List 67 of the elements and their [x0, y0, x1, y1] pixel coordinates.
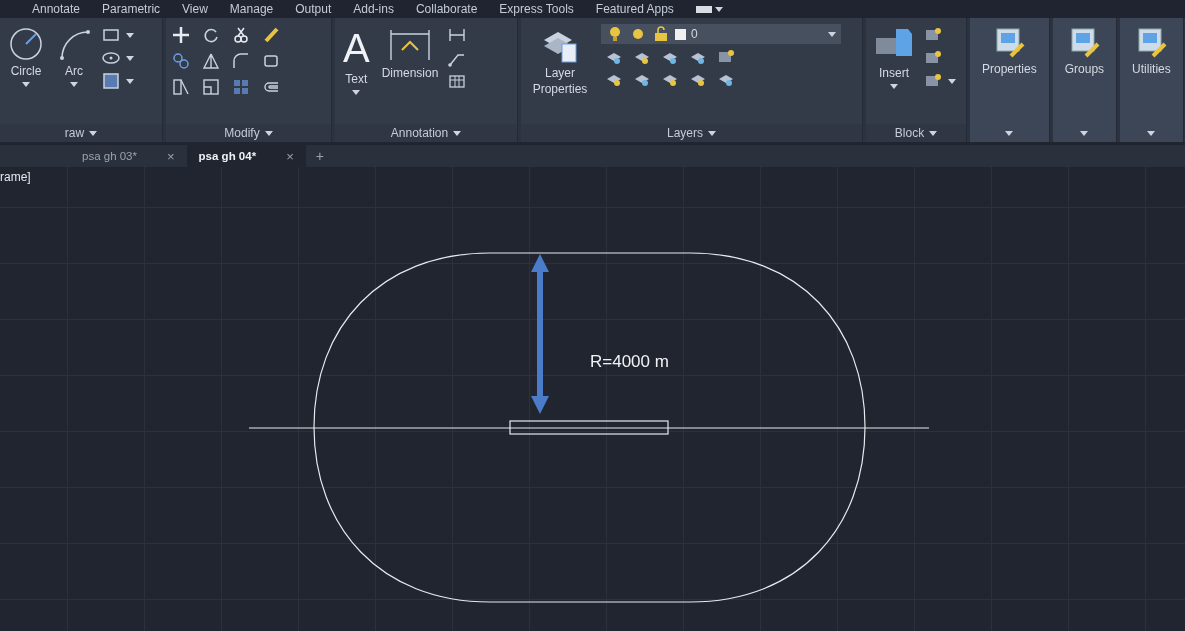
tool-button[interactable]: Utilities	[1130, 24, 1173, 80]
ribbon-tab[interactable]: Output	[295, 2, 332, 16]
ribbon-tab[interactable]: Express Tools	[499, 2, 574, 16]
panel-title[interactable]: raw	[64, 126, 85, 140]
stretch-icon[interactable]	[172, 78, 190, 96]
tool-button[interactable]: Insert	[872, 24, 916, 91]
fillet-icon[interactable]	[232, 52, 250, 70]
table-icon[interactable]	[448, 72, 467, 90]
tool-button[interactable]: Circle	[6, 24, 46, 89]
tool-button[interactable]: Layer Properties	[527, 24, 593, 100]
ribbon-tab[interactable]: Annotate	[32, 2, 81, 16]
ribbon-tab[interactable]: View	[182, 2, 208, 16]
drawing-canvas[interactable]: rame] R=4000 m	[0, 167, 1185, 631]
caret-icon[interactable]	[929, 130, 938, 136]
array-icon[interactable]	[232, 78, 250, 96]
eraser-icon[interactable]	[262, 26, 280, 44]
rotate-icon[interactable]	[202, 26, 220, 44]
tool-button[interactable]: Properties	[980, 24, 1039, 80]
copy-icon[interactable]	[172, 52, 190, 70]
padlock-icon[interactable]	[652, 25, 670, 43]
panel-title[interactable]: Modify	[224, 126, 260, 140]
ribbon-tab[interactable]: Add-ins	[353, 2, 394, 16]
caret-icon[interactable]	[352, 89, 361, 95]
caret-icon[interactable]	[1080, 130, 1089, 136]
caret-icon[interactable]	[714, 6, 723, 12]
layer-dropdown[interactable]: 0	[601, 24, 841, 44]
linear-dimension-icon[interactable]	[448, 26, 467, 44]
ribbon-tab[interactable]: Manage	[229, 2, 274, 16]
caret-icon[interactable]	[70, 81, 78, 87]
panel-title[interactable]: Layers	[667, 126, 703, 140]
caret-icon[interactable]	[1147, 130, 1156, 136]
tool-button[interactable]: Arc	[54, 24, 94, 89]
mirror-icon[interactable]	[202, 52, 220, 70]
caret-icon[interactable]	[708, 130, 716, 136]
caret-icon[interactable]	[126, 32, 134, 38]
ribbon-tab[interactable]: Parametric	[102, 2, 161, 16]
new-tab-button[interactable]: +	[305, 145, 334, 167]
caret-icon[interactable]	[453, 130, 462, 136]
move-icon[interactable]	[172, 26, 190, 44]
dimension-label: R=4000 m	[590, 352, 669, 371]
caret-icon[interactable]	[1005, 130, 1014, 136]
ellipse-icon[interactable]	[102, 49, 120, 67]
viewport-label[interactable]: rame]	[0, 170, 31, 184]
workspace-toggle[interactable]	[695, 5, 723, 13]
hatch-icon[interactable]	[102, 72, 120, 90]
close-tab-button[interactable]: ×	[167, 148, 175, 164]
scissors-icon[interactable]	[232, 26, 250, 44]
caret-icon[interactable]	[126, 78, 134, 84]
rectangle-icon[interactable]	[102, 26, 120, 44]
caret-icon[interactable]	[126, 55, 134, 61]
document-tab[interactable]: psa gh 04* ×	[186, 145, 306, 167]
ribbon-tab[interactable]: Featured Apps	[595, 2, 674, 16]
caret-icon[interactable]	[828, 31, 836, 37]
tool-button[interactable]: Groups	[1062, 24, 1107, 80]
close-tab-button[interactable]: ×	[286, 148, 294, 164]
caret-icon[interactable]	[264, 130, 273, 136]
explode-icon[interactable]	[262, 52, 280, 70]
tool-button[interactable]: Dimension	[379, 24, 441, 84]
caret-icon[interactable]	[22, 81, 30, 87]
caret-icon[interactable]	[948, 78, 956, 84]
tool-button[interactable]: A Text	[341, 24, 372, 97]
color-swatch	[675, 28, 686, 40]
circle-icon	[8, 26, 44, 62]
caret-icon[interactable]	[89, 130, 98, 136]
caret-icon[interactable]	[890, 83, 898, 89]
ribbon-tab[interactable]: Collaborate	[415, 2, 478, 16]
scale-icon[interactable]	[202, 78, 220, 96]
